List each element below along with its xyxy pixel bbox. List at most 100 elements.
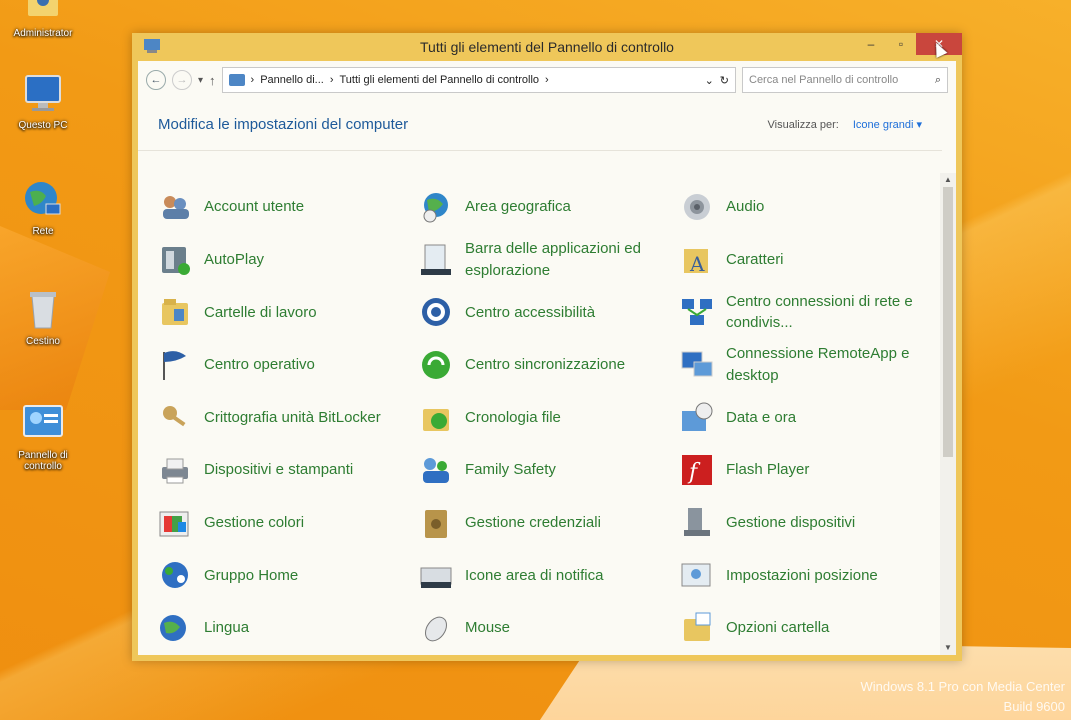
control-panel-item[interactable]: Gruppo Home — [158, 549, 419, 602]
page-header: Modifica le impostazioni del computer Vi… — [138, 99, 942, 151]
refresh-icon[interactable]: ↻ — [720, 74, 729, 87]
control-panel-item-label[interactable]: Data e ora — [726, 407, 796, 429]
control-panel-item[interactable]: Mouse — [419, 602, 680, 655]
control-panel-item-label[interactable]: Icone area di notifica — [465, 565, 603, 587]
control-panel-item[interactable]: AutoPlay — [158, 234, 419, 287]
desktop-icon-administrator[interactable]: Administrator — [0, 0, 88, 39]
minimize-button[interactable]: – — [856, 33, 886, 55]
scroll-thumb[interactable] — [943, 187, 953, 457]
flash-icon: f — [680, 453, 714, 487]
control-panel-item[interactable]: Opzioni cartella — [680, 602, 940, 655]
control-panel-item[interactable]: Gestione colori — [158, 497, 419, 550]
control-panel-item[interactable]: Centro operativo — [158, 339, 419, 392]
device-manager-icon — [680, 506, 714, 540]
control-panel-item[interactable]: Account utente — [158, 181, 419, 234]
search-input[interactable]: Cerca nel Pannello di controllo ⌕ — [742, 67, 948, 93]
desktop-icon-questo-pc[interactable]: Questo PC — [0, 72, 88, 131]
control-panel-item-label[interactable]: Flash Player — [726, 459, 809, 481]
network-center-icon — [680, 295, 714, 329]
breadcrumb-tutti-gli-elementi[interactable]: Tutti gli elementi del Pannello di contr… — [339, 74, 539, 86]
navigation-bar: ← → ▾ ↑ › Pannello di... › Tutti gli ele… — [138, 61, 956, 99]
control-panel-item-label[interactable]: Gestione colori — [204, 512, 304, 534]
control-panel-item-label[interactable]: Family Safety — [465, 459, 556, 481]
control-panel-item[interactable]: Centro sincronizzazione — [419, 339, 680, 392]
recent-locations-button[interactable]: ▾ — [198, 75, 203, 86]
control-panel-item-label[interactable]: Lingua — [204, 617, 249, 639]
desktop-icon-label: Pannello di controllo — [18, 450, 68, 472]
control-panel-item-label[interactable]: Crittografia unità BitLocker — [204, 407, 381, 429]
control-panel-item[interactable]: Connessione RemoteApp e desktop — [680, 339, 940, 392]
control-panel-icon — [20, 402, 66, 446]
users-icon — [158, 190, 192, 224]
family-safety-icon — [419, 453, 453, 487]
control-panel-item-label[interactable]: Account utente — [204, 196, 304, 218]
vertical-scrollbar[interactable]: ▲ ▼ — [940, 173, 956, 655]
control-panel-item[interactable]: Audio — [680, 181, 940, 234]
control-panel-item[interactable]: Centro accessibilità — [419, 286, 680, 339]
up-button[interactable]: ↑ — [209, 73, 216, 88]
control-panel-item-label[interactable]: Barra delle applicazioni ed esplorazione — [465, 238, 680, 282]
notification-area-icon — [419, 558, 453, 592]
maximize-button[interactable]: ▫ — [886, 33, 916, 55]
control-panel-item[interactable]: Crittografia unità BitLocker — [158, 391, 419, 444]
search-placeholder: Cerca nel Pannello di controllo — [749, 74, 899, 86]
control-panel-item[interactable]: A Caratteri — [680, 234, 940, 287]
control-panel-item[interactable]: Cronologia file — [419, 391, 680, 444]
control-panel-item-label[interactable]: Connessione RemoteApp e desktop — [726, 343, 940, 387]
control-panel-item[interactable]: f Flash Player — [680, 444, 940, 497]
control-panel-item[interactable]: Dispositivi e stampanti — [158, 444, 419, 497]
control-panel-item-label[interactable]: Area geografica — [465, 196, 571, 218]
control-panel-item[interactable]: Cartelle di lavoro — [158, 286, 419, 339]
desktop-icon-label: Cestino — [26, 336, 60, 347]
title-bar[interactable]: Tutti gli elementi del Pannello di contr… — [138, 33, 962, 61]
control-panel-item[interactable]: Icone area di notifica — [419, 549, 680, 602]
control-panel-item-label[interactable]: Gruppo Home — [204, 565, 298, 587]
printer-icon — [158, 453, 192, 487]
breadcrumb-pannello[interactable]: Pannello di... — [260, 74, 324, 86]
control-panel-item-label[interactable]: Cronologia file — [465, 407, 561, 429]
date-time-icon — [680, 401, 714, 435]
control-panel-item-label[interactable]: Centro connessioni di rete e condivis... — [726, 291, 940, 335]
desktop-icon-label: Rete — [32, 226, 54, 237]
forward-button[interactable]: → — [172, 70, 192, 90]
control-panel-item[interactable]: Impostazioni posizione — [680, 549, 940, 602]
control-panel-window: Tutti gli elementi del Pannello di contr… — [132, 33, 962, 661]
control-panel-item-label[interactable]: Opzioni cartella — [726, 617, 829, 639]
scroll-up-icon[interactable]: ▲ — [940, 173, 956, 187]
control-panel-item[interactable]: Lingua — [158, 602, 419, 655]
control-panel-item-label[interactable]: AutoPlay — [204, 249, 264, 271]
view-by-dropdown[interactable]: Icone grandi ▾ — [853, 118, 922, 131]
work-folders-icon — [158, 295, 192, 329]
computer-icon — [20, 72, 66, 116]
desktop-icon-pannello-di-controllo[interactable]: Pannello di controllo — [0, 402, 88, 472]
control-panel-item[interactable]: Gestione credenziali — [419, 497, 680, 550]
back-button[interactable]: ← — [146, 70, 166, 90]
control-panel-item[interactable]: Area geografica — [419, 181, 680, 234]
control-panel-item-label[interactable]: Cartelle di lavoro — [204, 302, 317, 324]
fonts-folder-icon: A — [680, 243, 714, 277]
address-dropdown-icon[interactable]: ⌄ — [705, 74, 714, 87]
control-panel-item-label[interactable]: Gestione dispositivi — [726, 512, 855, 534]
control-panel-item-label[interactable]: Mouse — [465, 617, 510, 639]
control-panel-item-label[interactable]: Centro accessibilità — [465, 302, 595, 324]
desktop-icon-cestino[interactable]: Cestino — [0, 288, 88, 347]
breadcrumb-separator: › — [329, 74, 334, 86]
control-panel-item[interactable]: Centro connessioni di rete e condivis... — [680, 286, 940, 339]
desktop-icon-rete[interactable]: Rete — [0, 178, 88, 237]
control-panel-item[interactable]: Barra delle applicazioni ed esplorazione — [419, 234, 680, 287]
control-panel-item[interactable]: Data e ora — [680, 391, 940, 444]
scroll-down-icon[interactable]: ▼ — [940, 641, 956, 655]
search-icon[interactable]: ⌕ — [935, 74, 941, 87]
control-panel-item[interactable]: Family Safety — [419, 444, 680, 497]
control-panel-item-label[interactable]: Centro sincronizzazione — [465, 354, 625, 376]
control-panel-item-label[interactable]: Gestione credenziali — [465, 512, 601, 534]
control-panel-item-label[interactable]: Audio — [726, 196, 764, 218]
control-panel-items: Account utente Area geografica Audio AutoPl… — [158, 181, 940, 654]
control-panel-item-label[interactable]: Dispositivi e stampanti — [204, 459, 353, 481]
control-panel-item-label[interactable]: Centro operativo — [204, 354, 315, 376]
control-panel-item[interactable]: Gestione dispositivi — [680, 497, 940, 550]
speaker-icon — [680, 190, 714, 224]
control-panel-item-label[interactable]: Caratteri — [726, 249, 784, 271]
control-panel-item-label[interactable]: Impostazioni posizione — [726, 565, 878, 587]
address-bar[interactable]: › Pannello di... › Tutti gli elementi de… — [221, 67, 736, 93]
